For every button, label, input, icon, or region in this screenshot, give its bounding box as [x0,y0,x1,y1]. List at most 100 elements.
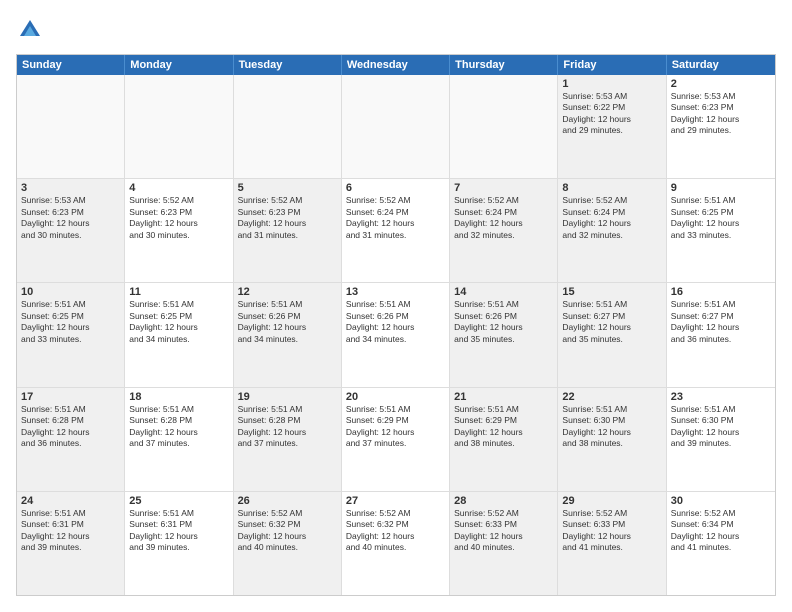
calendar-cell-23: 23Sunrise: 5:51 AM Sunset: 6:30 PM Dayli… [667,388,775,491]
calendar-cell-7: 7Sunrise: 5:52 AM Sunset: 6:24 PM Daylig… [450,179,558,282]
day-info: Sunrise: 5:52 AM Sunset: 6:23 PM Dayligh… [129,195,228,241]
day-info: Sunrise: 5:51 AM Sunset: 6:25 PM Dayligh… [671,195,771,241]
day-number: 25 [129,495,228,507]
calendar-cell-9: 9Sunrise: 5:51 AM Sunset: 6:25 PM Daylig… [667,179,775,282]
day-number: 29 [562,495,661,507]
day-info: Sunrise: 5:51 AM Sunset: 6:30 PM Dayligh… [562,404,661,450]
calendar-cell-30: 30Sunrise: 5:52 AM Sunset: 6:34 PM Dayli… [667,492,775,595]
header [16,16,776,44]
day-number: 2 [671,78,771,90]
day-number: 4 [129,182,228,194]
calendar-cell-empty-3 [342,75,450,178]
day-info: Sunrise: 5:51 AM Sunset: 6:31 PM Dayligh… [21,508,120,554]
day-number: 1 [562,78,661,90]
day-number: 9 [671,182,771,194]
day-number: 11 [129,286,228,298]
day-info: Sunrise: 5:52 AM Sunset: 6:33 PM Dayligh… [562,508,661,554]
day-info: Sunrise: 5:52 AM Sunset: 6:24 PM Dayligh… [346,195,445,241]
day-number: 8 [562,182,661,194]
day-info: Sunrise: 5:52 AM Sunset: 6:33 PM Dayligh… [454,508,553,554]
calendar-cell-11: 11Sunrise: 5:51 AM Sunset: 6:25 PM Dayli… [125,283,233,386]
day-number: 15 [562,286,661,298]
day-info: Sunrise: 5:53 AM Sunset: 6:23 PM Dayligh… [21,195,120,241]
calendar-week-5: 24Sunrise: 5:51 AM Sunset: 6:31 PM Dayli… [17,492,775,595]
day-number: 5 [238,182,337,194]
day-number: 3 [21,182,120,194]
calendar-cell-empty-2 [234,75,342,178]
calendar-cell-6: 6Sunrise: 5:52 AM Sunset: 6:24 PM Daylig… [342,179,450,282]
day-info: Sunrise: 5:52 AM Sunset: 6:23 PM Dayligh… [238,195,337,241]
day-number: 17 [21,391,120,403]
day-info: Sunrise: 5:52 AM Sunset: 6:24 PM Dayligh… [454,195,553,241]
calendar-cell-24: 24Sunrise: 5:51 AM Sunset: 6:31 PM Dayli… [17,492,125,595]
day-number: 24 [21,495,120,507]
calendar-cell-26: 26Sunrise: 5:52 AM Sunset: 6:32 PM Dayli… [234,492,342,595]
calendar-week-2: 3Sunrise: 5:53 AM Sunset: 6:23 PM Daylig… [17,179,775,283]
calendar-cell-13: 13Sunrise: 5:51 AM Sunset: 6:26 PM Dayli… [342,283,450,386]
calendar-cell-25: 25Sunrise: 5:51 AM Sunset: 6:31 PM Dayli… [125,492,233,595]
day-info: Sunrise: 5:51 AM Sunset: 6:27 PM Dayligh… [671,299,771,345]
day-info: Sunrise: 5:51 AM Sunset: 6:26 PM Dayligh… [238,299,337,345]
day-info: Sunrise: 5:52 AM Sunset: 6:32 PM Dayligh… [346,508,445,554]
calendar-cell-27: 27Sunrise: 5:52 AM Sunset: 6:32 PM Dayli… [342,492,450,595]
day-number: 12 [238,286,337,298]
calendar-cell-4: 4Sunrise: 5:52 AM Sunset: 6:23 PM Daylig… [125,179,233,282]
calendar-cell-16: 16Sunrise: 5:51 AM Sunset: 6:27 PM Dayli… [667,283,775,386]
day-info: Sunrise: 5:51 AM Sunset: 6:28 PM Dayligh… [129,404,228,450]
calendar-cell-2: 2Sunrise: 5:53 AM Sunset: 6:23 PM Daylig… [667,75,775,178]
calendar-cell-empty-1 [125,75,233,178]
day-number: 20 [346,391,445,403]
day-info: Sunrise: 5:52 AM Sunset: 6:32 PM Dayligh… [238,508,337,554]
day-number: 6 [346,182,445,194]
day-number: 27 [346,495,445,507]
calendar-cell-20: 20Sunrise: 5:51 AM Sunset: 6:29 PM Dayli… [342,388,450,491]
day-number: 28 [454,495,553,507]
day-info: Sunrise: 5:51 AM Sunset: 6:28 PM Dayligh… [238,404,337,450]
day-number: 16 [671,286,771,298]
calendar-cell-19: 19Sunrise: 5:51 AM Sunset: 6:28 PM Dayli… [234,388,342,491]
day-info: Sunrise: 5:51 AM Sunset: 6:28 PM Dayligh… [21,404,120,450]
calendar-cell-12: 12Sunrise: 5:51 AM Sunset: 6:26 PM Dayli… [234,283,342,386]
day-info: Sunrise: 5:52 AM Sunset: 6:24 PM Dayligh… [562,195,661,241]
day-info: Sunrise: 5:51 AM Sunset: 6:25 PM Dayligh… [21,299,120,345]
day-info: Sunrise: 5:53 AM Sunset: 6:22 PM Dayligh… [562,91,661,137]
calendar-cell-10: 10Sunrise: 5:51 AM Sunset: 6:25 PM Dayli… [17,283,125,386]
day-number: 30 [671,495,771,507]
calendar-cell-14: 14Sunrise: 5:51 AM Sunset: 6:26 PM Dayli… [450,283,558,386]
day-info: Sunrise: 5:51 AM Sunset: 6:25 PM Dayligh… [129,299,228,345]
calendar-week-1: 1Sunrise: 5:53 AM Sunset: 6:22 PM Daylig… [17,75,775,179]
day-number: 21 [454,391,553,403]
weekday-header-saturday: Saturday [667,55,775,75]
day-number: 19 [238,391,337,403]
calendar: SundayMondayTuesdayWednesdayThursdayFrid… [16,54,776,596]
day-info: Sunrise: 5:53 AM Sunset: 6:23 PM Dayligh… [671,91,771,137]
calendar-cell-empty-0 [17,75,125,178]
calendar-cell-15: 15Sunrise: 5:51 AM Sunset: 6:27 PM Dayli… [558,283,666,386]
calendar-cell-29: 29Sunrise: 5:52 AM Sunset: 6:33 PM Dayli… [558,492,666,595]
day-number: 18 [129,391,228,403]
weekday-header-monday: Monday [125,55,233,75]
weekday-header-tuesday: Tuesday [234,55,342,75]
day-info: Sunrise: 5:51 AM Sunset: 6:27 PM Dayligh… [562,299,661,345]
day-info: Sunrise: 5:51 AM Sunset: 6:29 PM Dayligh… [346,404,445,450]
day-number: 14 [454,286,553,298]
calendar-cell-21: 21Sunrise: 5:51 AM Sunset: 6:29 PM Dayli… [450,388,558,491]
day-number: 10 [21,286,120,298]
weekday-header-friday: Friday [558,55,666,75]
logo-icon [16,16,44,44]
calendar-cell-28: 28Sunrise: 5:52 AM Sunset: 6:33 PM Dayli… [450,492,558,595]
calendar-cell-empty-4 [450,75,558,178]
day-info: Sunrise: 5:52 AM Sunset: 6:34 PM Dayligh… [671,508,771,554]
logo [16,16,48,44]
weekday-header-wednesday: Wednesday [342,55,450,75]
calendar-week-3: 10Sunrise: 5:51 AM Sunset: 6:25 PM Dayli… [17,283,775,387]
calendar-cell-18: 18Sunrise: 5:51 AM Sunset: 6:28 PM Dayli… [125,388,233,491]
calendar-body: 1Sunrise: 5:53 AM Sunset: 6:22 PM Daylig… [17,75,775,595]
day-number: 22 [562,391,661,403]
day-number: 7 [454,182,553,194]
calendar-cell-8: 8Sunrise: 5:52 AM Sunset: 6:24 PM Daylig… [558,179,666,282]
day-info: Sunrise: 5:51 AM Sunset: 6:29 PM Dayligh… [454,404,553,450]
day-info: Sunrise: 5:51 AM Sunset: 6:26 PM Dayligh… [346,299,445,345]
day-info: Sunrise: 5:51 AM Sunset: 6:26 PM Dayligh… [454,299,553,345]
day-number: 26 [238,495,337,507]
